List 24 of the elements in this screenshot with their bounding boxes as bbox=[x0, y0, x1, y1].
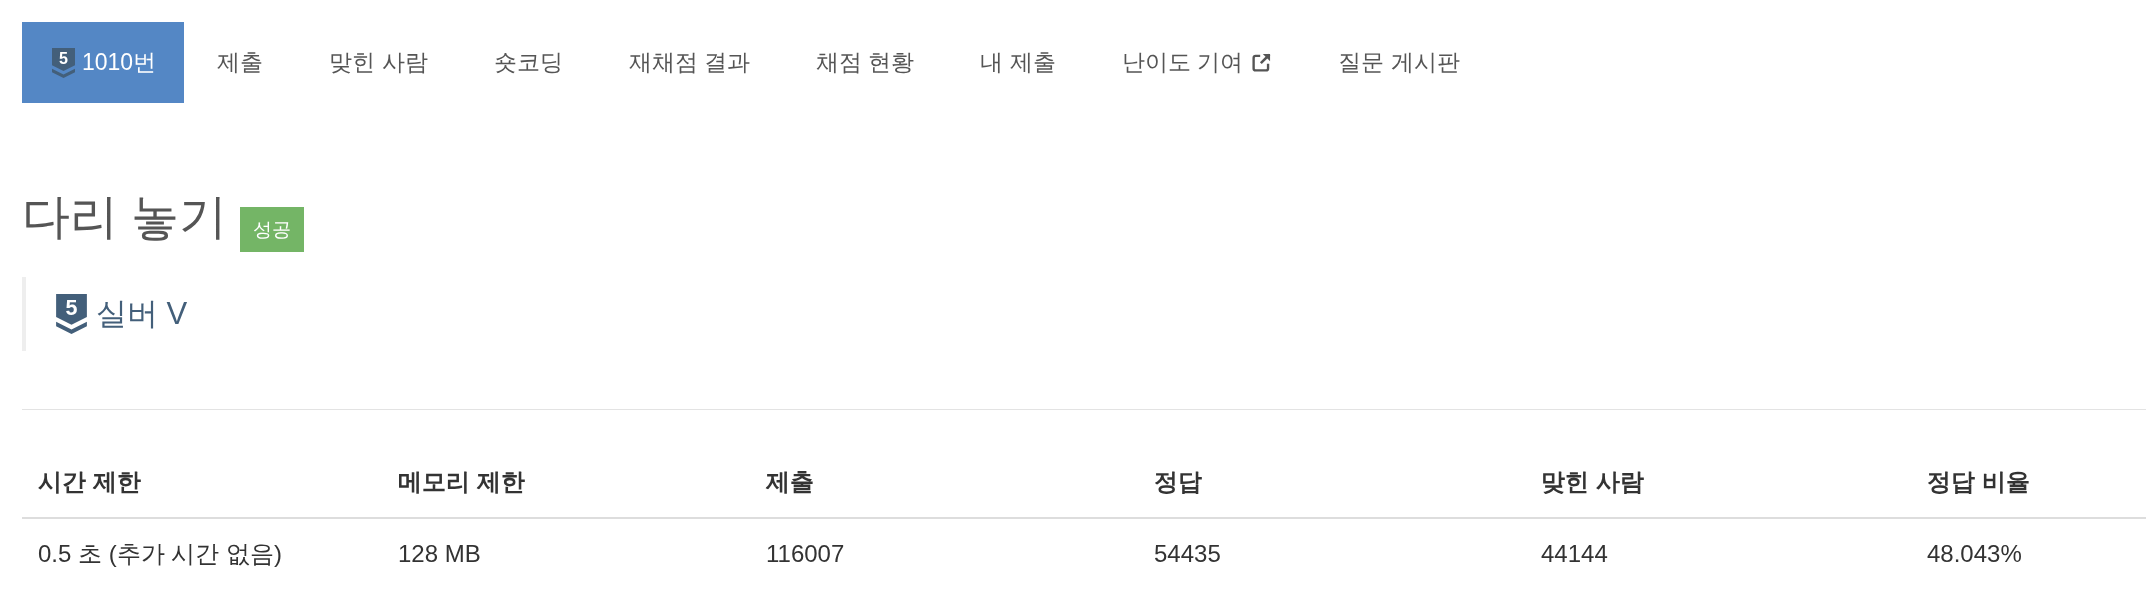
nav-tab[interactable]: 5 1010번 bbox=[22, 22, 185, 103]
nav-tab[interactable]: 재채점 결과 bbox=[595, 22, 783, 103]
column-header: 메모리 제한 bbox=[397, 467, 526, 497]
nav-tab[interactable]: 숏코딩 bbox=[460, 22, 596, 103]
nav-tab[interactable]: 제출 bbox=[184, 22, 297, 103]
table-cell-text: 48.043% bbox=[1926, 539, 2023, 569]
table-cell-text: 128 MB bbox=[397, 539, 482, 569]
nav-tab[interactable]: 질문 게시판 bbox=[1305, 22, 1493, 103]
nav-tab[interactable]: 내 제출 bbox=[947, 22, 1089, 103]
table-cell-text: 116007 bbox=[765, 539, 846, 569]
table-cell-text: 0.5 초 (추가 시간 없음) bbox=[37, 539, 284, 569]
column-header: 정답 bbox=[1153, 467, 1203, 497]
nav-tab[interactable]: 난이도 기여 bbox=[1088, 22, 1306, 103]
column-header: 맞힌 사람 bbox=[1540, 467, 1645, 497]
table-cell-text: 54435 bbox=[1153, 539, 1222, 569]
problem-title: 다리 놓기 bbox=[22, 189, 228, 245]
column-header: 정답 비율 bbox=[1926, 467, 2031, 497]
table-cell-text: 44144 bbox=[1540, 539, 1609, 569]
nav-tab[interactable]: 채점 현황 bbox=[782, 22, 948, 103]
status-label: 성공 bbox=[240, 207, 305, 252]
column-header: 제출 bbox=[765, 467, 815, 497]
tier-label: 실버 V bbox=[96, 295, 188, 333]
nav-tab[interactable]: 맞힌 사람 bbox=[296, 22, 461, 103]
column-header: 시간 제한 bbox=[37, 467, 142, 497]
